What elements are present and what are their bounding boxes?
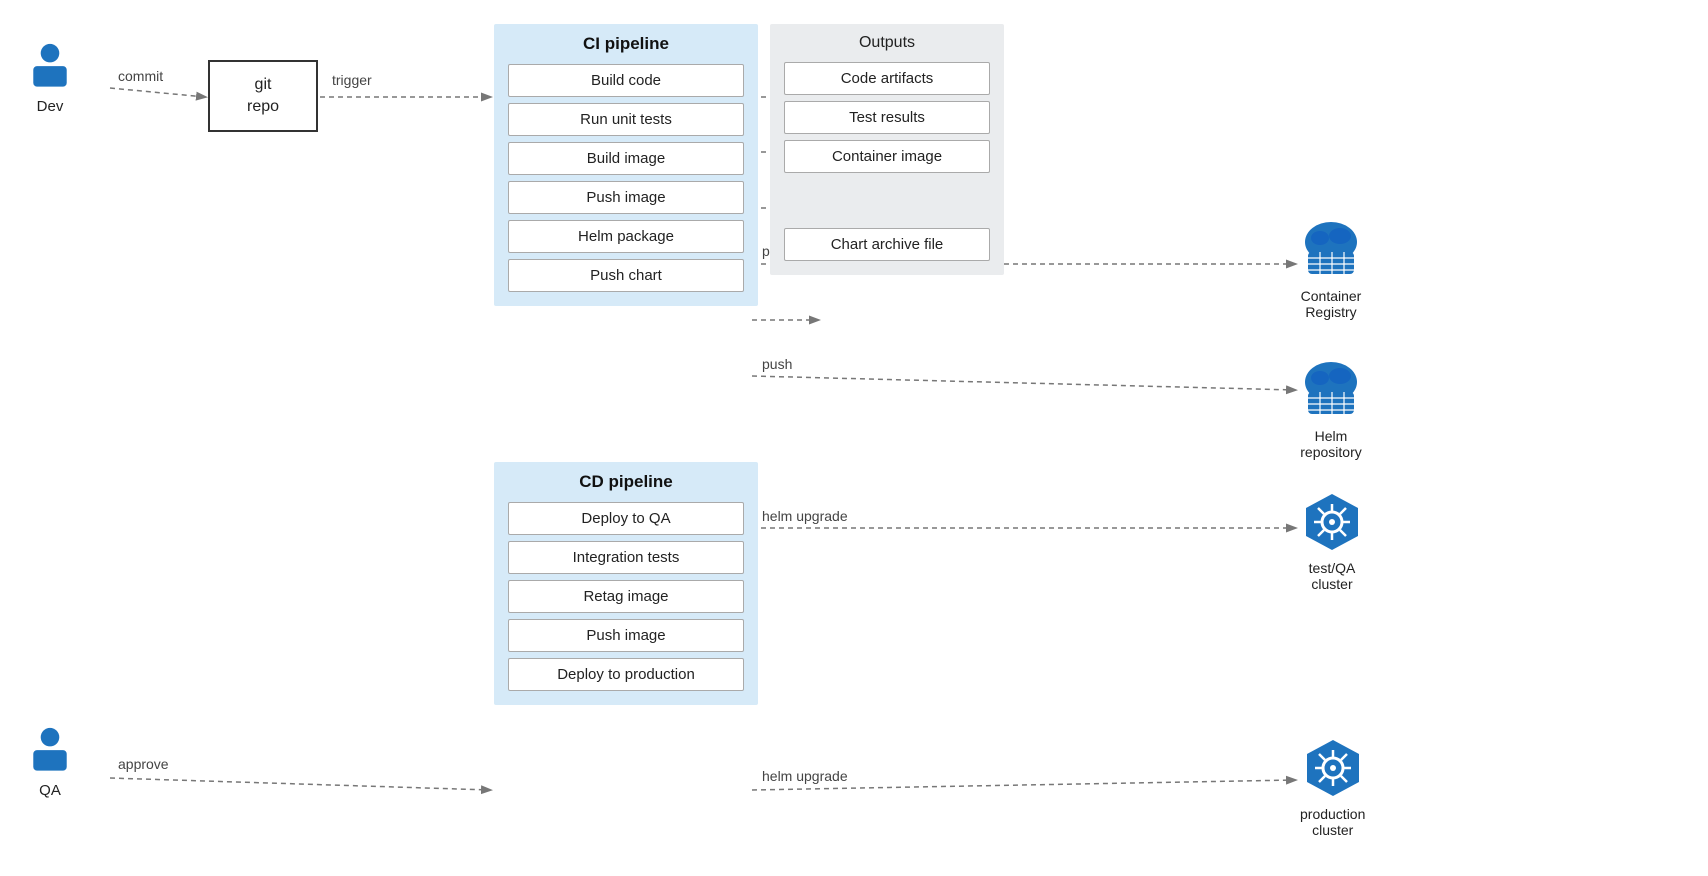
diagram: commit trigger push push helm upgrade he…: [0, 0, 1708, 876]
qa-k8s-svg: [1300, 490, 1364, 554]
qa-cluster-label: test/QAcluster: [1309, 560, 1356, 592]
helm-upgrade1-label: helm upgrade: [762, 508, 848, 524]
output-code-artifacts: Code artifacts: [784, 62, 990, 95]
helm-repository-icon: Helmrepository: [1300, 360, 1362, 460]
step-deploy-production: Deploy to production: [508, 658, 744, 691]
cd-pipeline-title: CD pipeline: [508, 472, 744, 492]
qa-person-icon: [28, 726, 72, 778]
git-repo-label: gitrepo: [247, 74, 279, 119]
step-retag-image: Retag image: [508, 580, 744, 613]
step-run-unit-tests: Run unit tests: [508, 103, 744, 136]
trigger-label: trigger: [332, 72, 372, 88]
cd-pipeline-box: CD pipeline Deploy to QA Integration tes…: [494, 462, 758, 705]
helm-repository-label: Helmrepository: [1300, 428, 1361, 460]
container-registry-icon: ContainerRegistry: [1300, 220, 1362, 320]
step-build-code: Build code: [508, 64, 744, 97]
step-push-image-ci: Push image: [508, 181, 744, 214]
outputs-section: Outputs Code artifacts Test results Cont…: [770, 24, 1004, 275]
ci-pipeline-box: CI pipeline Build code Run unit tests Bu…: [494, 24, 758, 306]
step-integration-tests: Integration tests: [508, 541, 744, 574]
outputs-title: Outputs: [784, 34, 990, 52]
qa-person: QA: [28, 726, 72, 799]
container-registry-label: ContainerRegistry: [1301, 288, 1362, 320]
step-helm-package: Helm package: [508, 220, 744, 253]
output-test-results: Test results: [784, 101, 990, 134]
qa-label: QA: [39, 782, 61, 799]
push2-label: push: [762, 356, 792, 372]
helm-upgrade2-label: helm upgrade: [762, 768, 848, 784]
prod-k8s-svg: [1301, 736, 1365, 800]
step-push-image-cd: Push image: [508, 619, 744, 652]
dev-person-icon: [28, 42, 72, 94]
step-build-image: Build image: [508, 142, 744, 175]
prod-cluster-icon: productioncluster: [1300, 736, 1365, 838]
step-push-chart: Push chart: [508, 259, 744, 292]
prod-cluster-label: productioncluster: [1300, 806, 1365, 838]
step-deploy-qa: Deploy to QA: [508, 502, 744, 535]
registry-svg: [1300, 220, 1362, 282]
qa-cluster-icon: test/QAcluster: [1300, 490, 1364, 592]
helm-registry-svg: [1300, 360, 1362, 422]
commit-label: commit: [118, 68, 163, 84]
output-chart-archive: Chart archive file: [784, 228, 990, 261]
dev-person: Dev: [28, 42, 72, 115]
approve-label: approve: [118, 756, 169, 772]
ci-pipeline-title: CI pipeline: [508, 34, 744, 54]
git-repo-box: gitrepo: [208, 60, 318, 132]
dev-label: Dev: [37, 98, 64, 115]
output-container-image: Container image: [784, 140, 990, 173]
